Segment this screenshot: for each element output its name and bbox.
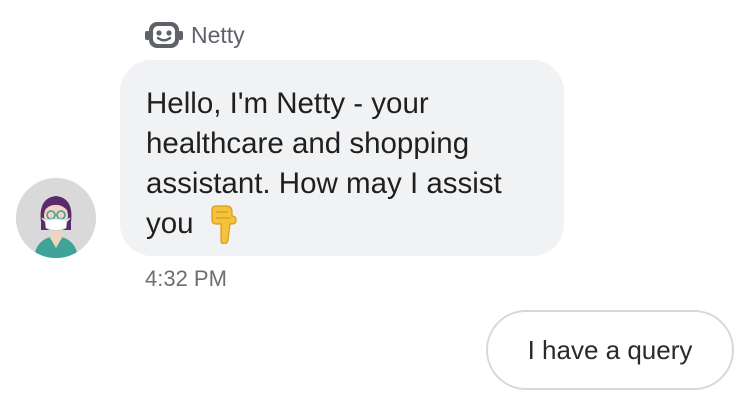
nurse-avatar-icon [16, 178, 96, 258]
chat-screen: Netty Hello, I'm Netty - your healthcare… [0, 0, 750, 399]
assistant-message-bubble: Hello, I'm Netty - your healthcare and s… [120, 60, 564, 256]
quick-reply-label: I have a query [527, 334, 693, 365]
pointing-down-hand-icon [210, 205, 237, 244]
sender-name: Netty [191, 22, 245, 48]
message-timestamp: 4:32 PM [145, 266, 227, 291]
message-text: Hello, I'm Netty - your healthcare and s… [146, 84, 538, 244]
robot-icon [145, 22, 183, 48]
quick-reply-button[interactable]: I have a query [486, 310, 734, 390]
message-body: Hello, I'm Netty - your healthcare and s… [146, 87, 502, 240]
sender-header: Netty [145, 20, 245, 50]
assistant-avatar [16, 178, 96, 258]
